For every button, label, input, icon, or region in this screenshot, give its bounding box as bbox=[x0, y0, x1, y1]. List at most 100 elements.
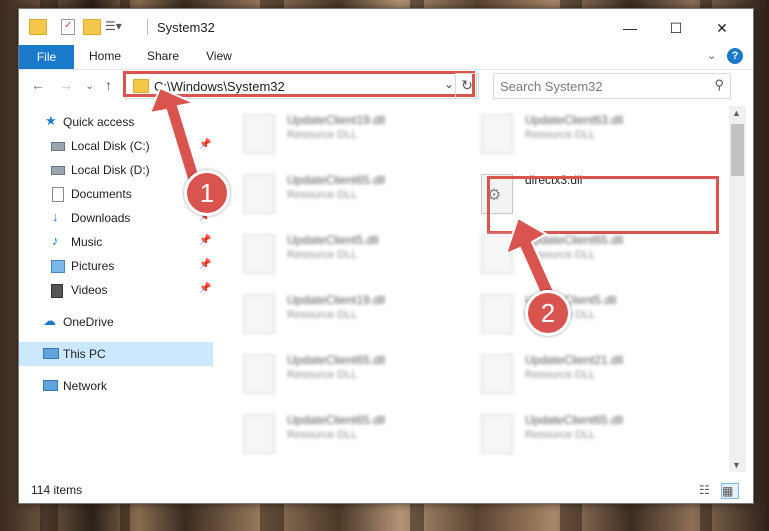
step-2-badge: 2 bbox=[525, 290, 571, 336]
properties-icon[interactable]: ✓ bbox=[61, 19, 75, 35]
pin-icon: 📌 bbox=[199, 259, 212, 270]
dll-file-icon bbox=[481, 354, 513, 394]
title-divider bbox=[147, 19, 148, 35]
sidebar-item-pictures[interactable]: Pictures 📌 bbox=[19, 254, 213, 278]
file-item[interactable]: UpdateClient65.dll Resource DLL bbox=[471, 406, 699, 462]
tab-file[interactable]: File bbox=[19, 45, 74, 69]
documents-icon bbox=[52, 187, 64, 202]
file-item[interactable]: UpdateClient63.dll Resource DLL bbox=[471, 106, 699, 162]
collapse-ribbon-icon[interactable]: ⌄ bbox=[707, 49, 716, 62]
file-item[interactable]: UpdateClient19.dll Resource DLL bbox=[233, 106, 461, 162]
sidebar-item-quick-access[interactable]: ★ Quick access bbox=[19, 110, 213, 134]
navigation-pane: ★ Quick access Local Disk (C:) 📌 Local D… bbox=[19, 106, 213, 472]
sidebar-item-label: Documents bbox=[71, 187, 132, 201]
dll-file-icon bbox=[243, 294, 275, 334]
sidebar-item-local-disk-c[interactable]: Local Disk (C:) 📌 bbox=[19, 134, 213, 158]
search-icon[interactable]: ⚲ bbox=[714, 77, 724, 93]
file-item[interactable]: UpdateClient65.dll Resource DLL bbox=[233, 406, 461, 462]
search-input[interactable]: Search System32 bbox=[500, 79, 603, 94]
vertical-scrollbar[interactable]: ▲ ▼ bbox=[729, 106, 746, 472]
file-type: Resource DLL bbox=[287, 129, 358, 141]
sidebar-item-label: Pictures bbox=[71, 259, 115, 273]
tiles-view-icon[interactable]: ▦ bbox=[721, 483, 739, 499]
sidebar-item-label: Quick access bbox=[63, 115, 135, 129]
refresh-button[interactable]: ↻ bbox=[455, 73, 479, 99]
sidebar-item-local-disk-d[interactable]: Local Disk (D:) bbox=[19, 158, 213, 182]
title-bar: ✓ ☰▾ System32 — ☐ ✕ bbox=[19, 9, 753, 45]
sidebar-item-videos[interactable]: Videos 📌 bbox=[19, 278, 213, 302]
minimize-button[interactable]: — bbox=[607, 15, 653, 41]
cloud-icon: ☁ bbox=[43, 313, 56, 328]
file-name: UpdateClient65.dll bbox=[525, 413, 624, 427]
file-name: UpdateClient65.dll bbox=[287, 413, 386, 427]
file-item[interactable]: UpdateClient19.dll Resource DLL bbox=[233, 286, 461, 342]
dll-file-icon bbox=[481, 234, 513, 274]
sidebar-item-downloads[interactable]: ↓ Downloads 📌 bbox=[19, 206, 213, 230]
file-type: Resource DLL bbox=[525, 429, 596, 441]
sidebar-item-label: Network bbox=[63, 379, 108, 393]
new-folder-icon[interactable] bbox=[83, 19, 101, 35]
file-name: UpdateClient65.dll bbox=[287, 173, 386, 187]
file-type: Resource DLL bbox=[287, 309, 358, 321]
sidebar-item-label: This PC bbox=[63, 347, 106, 361]
scroll-down-icon[interactable]: ▼ bbox=[732, 460, 741, 470]
sidebar-item-label: Videos bbox=[71, 283, 108, 297]
file-item[interactable]: UpdateClient5.dll Resource DLL bbox=[471, 286, 699, 342]
file-name: UpdateClient5.dll bbox=[287, 233, 379, 247]
dll-file-icon bbox=[243, 414, 275, 454]
dll-file-icon bbox=[243, 114, 275, 154]
sidebar-item-network[interactable]: Network bbox=[19, 374, 213, 398]
status-bar: 114 items ☷ ▦ bbox=[19, 479, 753, 503]
maximize-button[interactable]: ☐ bbox=[653, 15, 699, 41]
file-item[interactable]: UpdateClient65.dll Resource DLL bbox=[233, 346, 461, 402]
file-name: UpdateClient21.dll bbox=[525, 353, 624, 367]
customize-toolbar-icon[interactable]: ☰▾ bbox=[105, 19, 122, 33]
sidebar-item-label: Music bbox=[71, 235, 103, 249]
file-item[interactable]: UpdateClient65.dll Resource DLL bbox=[471, 226, 699, 282]
pin-icon: 📌 bbox=[199, 139, 212, 150]
folder-icon bbox=[29, 19, 47, 35]
address-dropdown-icon[interactable]: ⌄ bbox=[444, 77, 454, 91]
tab-view[interactable]: View bbox=[206, 49, 232, 63]
file-name: UpdateClient19.dll bbox=[287, 113, 386, 127]
tab-share[interactable]: Share bbox=[147, 49, 179, 63]
file-item[interactable]: UpdateClient21.dll Resource DLL bbox=[471, 346, 699, 402]
back-button[interactable]: ← bbox=[31, 77, 45, 93]
sidebar-item-music[interactable]: ♪ Music 📌 bbox=[19, 230, 213, 254]
file-item[interactable]: UpdateClient65.dll Resource DLL bbox=[233, 166, 461, 222]
close-button[interactable]: ✕ bbox=[699, 15, 745, 41]
file-type: Resource DLL bbox=[287, 369, 358, 381]
dll-file-icon bbox=[481, 294, 513, 334]
file-name: UpdateClient19.dll bbox=[287, 293, 386, 307]
file-item[interactable]: UpdateClient5.dll Resource DLL bbox=[233, 226, 461, 282]
dll-file-icon bbox=[481, 114, 513, 154]
sidebar-item-label: OneDrive bbox=[63, 315, 114, 329]
sidebar-item-onedrive[interactable]: ☁ OneDrive bbox=[19, 310, 213, 334]
address-path[interactable]: C:\Windows\System32 bbox=[154, 79, 285, 94]
computer-icon bbox=[43, 348, 59, 359]
search-box[interactable]: Search System32 ⚲ bbox=[493, 73, 731, 99]
help-icon[interactable]: ? bbox=[727, 48, 743, 64]
sidebar-item-label: Downloads bbox=[71, 211, 131, 225]
item-count: 114 items bbox=[31, 483, 83, 497]
recent-locations-button[interactable]: ⌄ bbox=[85, 79, 94, 92]
pin-icon: 📌 bbox=[199, 235, 212, 246]
sidebar-item-label: Local Disk (C:) bbox=[71, 139, 150, 153]
tab-home[interactable]: Home bbox=[89, 49, 121, 63]
up-button[interactable]: ↑ bbox=[105, 77, 112, 93]
network-icon bbox=[43, 380, 58, 391]
scroll-up-icon[interactable]: ▲ bbox=[732, 108, 741, 118]
folder-icon bbox=[133, 79, 149, 93]
dll-file-icon bbox=[481, 414, 513, 454]
forward-button[interactable]: → bbox=[59, 77, 73, 93]
file-type: Resource DLL bbox=[287, 249, 358, 261]
pictures-icon bbox=[51, 260, 65, 273]
sidebar-item-label: Local Disk (D:) bbox=[71, 163, 150, 177]
address-bar[interactable]: C:\Windows\System32 ⌄ bbox=[125, 73, 477, 99]
music-icon: ♪ bbox=[52, 233, 59, 248]
scroll-thumb[interactable] bbox=[731, 124, 744, 176]
dll-file-icon bbox=[243, 354, 275, 394]
sidebar-item-this-pc[interactable]: This PC bbox=[19, 342, 213, 366]
details-view-icon[interactable]: ☷ bbox=[699, 483, 715, 497]
ribbon-tabs: File Home Share View ⌄ ? bbox=[19, 45, 753, 70]
